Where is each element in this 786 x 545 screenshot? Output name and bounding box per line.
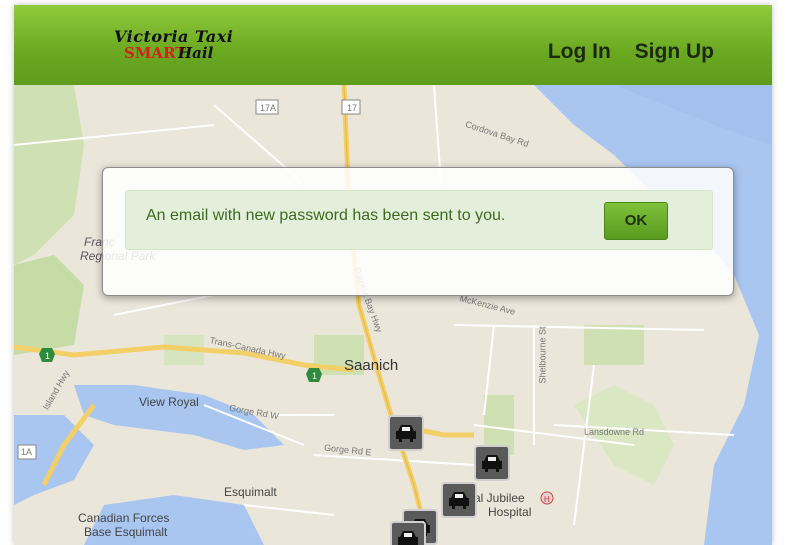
taxi-marker-icon[interactable] (390, 521, 426, 545)
cfb-label-1: Canadian Forces (78, 511, 170, 525)
login-link[interactable]: Log In (548, 40, 611, 63)
header-bar: Victoria Taxi SMART Hail Log In Sign Up (14, 5, 772, 85)
taxi-marker-icon[interactable] (474, 445, 510, 481)
taxi-marker-icon[interactable] (388, 415, 424, 451)
view-royal-label: View Royal (139, 395, 199, 409)
cfb-label-2: Base Esquimalt (84, 525, 168, 539)
esquimalt-label: Esquimalt (224, 485, 277, 499)
logo-hail: Hail (178, 44, 214, 62)
hwy-17-label: 17 (347, 103, 358, 113)
hwy-17a-label: 17A (260, 103, 277, 113)
taxi-marker-icon[interactable] (441, 482, 477, 518)
ok-button[interactable]: OK (604, 202, 668, 240)
lansdowne-rd-label: Lansdowne Rd (584, 427, 645, 437)
hwy-1-shield-label-west: 1 (45, 351, 51, 361)
hwy-1-shield-label-east: 1 (312, 371, 318, 381)
shelbourne-st-label: Shelbourne St (537, 326, 548, 384)
header-nav: Log In Sign Up (530, 40, 714, 64)
success-alert: An email with new password has been sent… (125, 190, 713, 250)
hwy-1a-label: 1A (21, 447, 33, 457)
royal-jubilee-label-1: al Jubilee (474, 491, 525, 505)
app-frame: H 17A 17 1A 1 1 Cordova Bay Rd McKenzie … (14, 5, 772, 545)
map[interactable]: H 17A 17 1A 1 1 Cordova Bay Rd McKenzie … (14, 84, 772, 545)
royal-jubilee-label-2: Hospital (488, 505, 532, 519)
saanich-label: Saanich (344, 357, 399, 374)
svg-text:H: H (544, 495, 550, 504)
alert-message: An email with new password has been sent… (146, 207, 506, 224)
map-canvas[interactable]: H (14, 84, 772, 545)
notification-dialog: An email with new password has been sent… (102, 167, 734, 296)
signup-link[interactable]: Sign Up (635, 40, 714, 63)
logo[interactable]: Victoria Taxi SMART Hail (114, 27, 254, 67)
